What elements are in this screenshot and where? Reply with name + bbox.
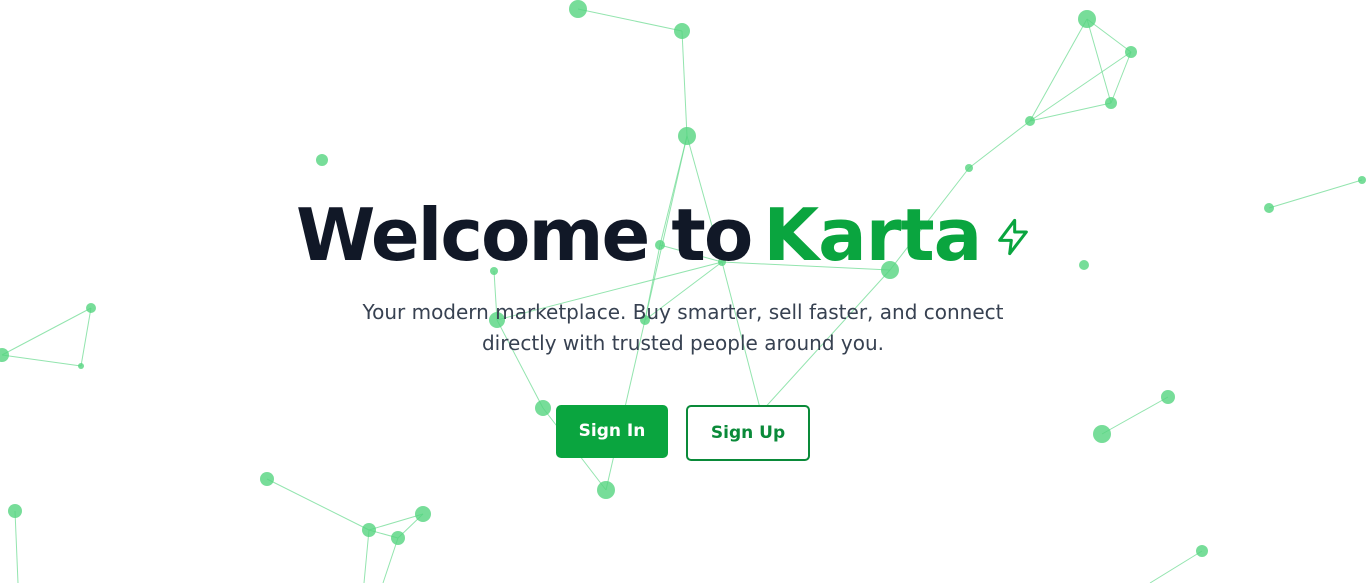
sign-up-button[interactable]: Sign Up <box>686 405 810 461</box>
title-welcome: Welcome to <box>296 193 753 277</box>
hero-section: Welcome to Karta Your modern marketplace… <box>0 0 1366 583</box>
subtitle-line-2: directly with trusted people around you. <box>481 331 884 355</box>
lightning-bolt-icon <box>993 217 1033 257</box>
brand-name: Karta <box>763 193 982 277</box>
subtitle-line-1: Your modern marketplace. Buy smarter, se… <box>362 300 1004 324</box>
landing-page: Welcome to Karta Your modern marketplace… <box>0 0 1366 583</box>
sign-in-button[interactable]: Sign In <box>556 405 668 458</box>
page-title: Welcome to Karta <box>296 190 1033 280</box>
hero-subtitle: Your modern marketplace. Buy smarter, se… <box>283 297 1083 359</box>
